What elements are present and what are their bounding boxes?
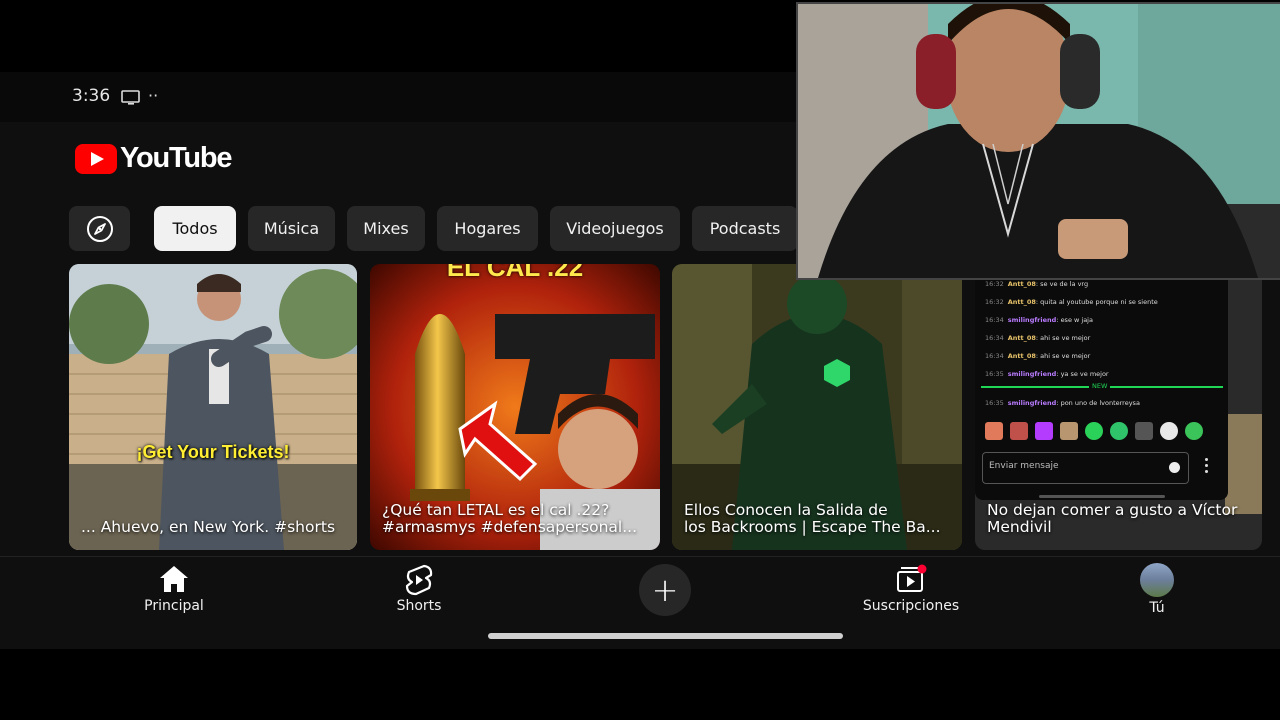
avatar bbox=[1140, 563, 1174, 597]
video-title: ¿Qué tan LETAL es el cal .22? #armasmys … bbox=[382, 501, 638, 536]
nav-you[interactable]: Tú bbox=[1087, 562, 1227, 622]
emote-bar bbox=[985, 422, 1203, 440]
cast-screen-icon bbox=[121, 88, 141, 110]
status-dots: ·· bbox=[148, 86, 159, 105]
webcam-overlay bbox=[796, 2, 1280, 280]
chip-musica[interactable]: Música bbox=[248, 206, 335, 251]
emote-icon[interactable] bbox=[1085, 422, 1103, 440]
emote-icon[interactable] bbox=[1160, 422, 1178, 440]
chat-message: 16:34 Antt_08: ahi se ve mejor bbox=[985, 352, 1091, 360]
youtube-play-icon bbox=[75, 143, 117, 174]
nav-home[interactable]: Principal bbox=[104, 562, 244, 622]
video-title: Ellos Conocen la Salida de los Backrooms… bbox=[684, 501, 941, 536]
chat-message: 16:35 smilingfriend: pon uno de lvonterre… bbox=[985, 399, 1140, 407]
subscriptions-icon bbox=[897, 564, 927, 592]
chip-mixes[interactable]: Mixes bbox=[347, 206, 425, 251]
chat-message: 16:32 Antt_08: se ve de la vrg bbox=[985, 280, 1089, 288]
thumbnail-overlay-text: ¡Get Your Tickets! bbox=[136, 442, 290, 462]
chat-scroll-indicator bbox=[1039, 495, 1165, 498]
chat-input-placeholder: Enviar mensaje bbox=[989, 461, 1059, 471]
compass-icon bbox=[86, 215, 113, 242]
chip-podcasts[interactable]: Podcasts bbox=[692, 206, 798, 251]
emote-icon[interactable] bbox=[1135, 422, 1153, 440]
video-title: ... Ahuevo, en New York. #shorts bbox=[81, 518, 336, 536]
webcam-feed bbox=[798, 4, 1280, 278]
chat-message: 16:34 smilingfriend: ese w jaja bbox=[985, 316, 1093, 324]
logo-text: YouTube bbox=[120, 142, 233, 174]
emote-icon[interactable] bbox=[1010, 422, 1028, 440]
home-icon bbox=[160, 566, 188, 592]
youtube-logo[interactable]: YouTube bbox=[75, 142, 233, 175]
nav-subscriptions-label: Suscripciones bbox=[862, 598, 960, 614]
status-time: 3:36 bbox=[72, 86, 111, 106]
chat-message: 16:34 Antt_08: ahi se ve mejor bbox=[985, 334, 1091, 342]
chat-message-input[interactable]: Enviar mensaje bbox=[982, 452, 1189, 484]
video-card[interactable]: ¡Get Your Tickets! ... Ahuevo, en New Yo… bbox=[69, 264, 357, 550]
nav-subscriptions[interactable]: Suscripciones bbox=[841, 562, 981, 622]
more-options-icon[interactable] bbox=[1205, 458, 1209, 473]
nav-shorts[interactable]: Shorts bbox=[349, 562, 489, 622]
emote-icon[interactable] bbox=[1035, 422, 1053, 440]
video-thumbnail bbox=[69, 264, 357, 550]
stream-chat-overlay: 16:32 Antt_08: se ve de la vrg 16:32 Antt_… bbox=[975, 278, 1228, 500]
emoji-icon[interactable] bbox=[1169, 462, 1180, 473]
create-button[interactable]: + bbox=[639, 564, 691, 616]
emote-icon[interactable] bbox=[1060, 422, 1078, 440]
chip-todos[interactable]: Todos bbox=[154, 206, 236, 251]
nav-home-label: Principal bbox=[144, 598, 204, 614]
thumbnail-overlay-text: EL CAL .22 bbox=[446, 264, 584, 282]
chip-videojuegos[interactable]: Videojuegos bbox=[550, 206, 680, 251]
shorts-icon bbox=[405, 564, 433, 596]
emote-icon[interactable] bbox=[1110, 422, 1128, 440]
nav-you-label: Tú bbox=[1149, 600, 1165, 616]
chat-message: 16:32 Antt_08: quita al youtube porque ni… bbox=[985, 298, 1158, 306]
video-title: No dejan comer a gusto a Víctor Mendivil bbox=[987, 501, 1238, 536]
explore-button[interactable] bbox=[69, 206, 130, 251]
emote-icon[interactable] bbox=[985, 422, 1003, 440]
emote-icon[interactable] bbox=[1185, 422, 1203, 440]
video-card[interactable]: Ellos Conocen la Salida de los Backrooms… bbox=[672, 264, 962, 550]
new-messages-label: NEW bbox=[1089, 382, 1111, 390]
chip-hogares[interactable]: Hogares bbox=[437, 206, 538, 251]
nav-shorts-label: Shorts bbox=[396, 598, 442, 614]
plus-icon: + bbox=[651, 571, 679, 609]
video-card[interactable]: EL CAL .22 ¿Qué tan LETAL es el cal .22?… bbox=[370, 264, 660, 550]
home-indicator[interactable] bbox=[488, 633, 843, 639]
chat-message: 16:35 smilingfriend: ya se ve mejor bbox=[985, 370, 1109, 378]
